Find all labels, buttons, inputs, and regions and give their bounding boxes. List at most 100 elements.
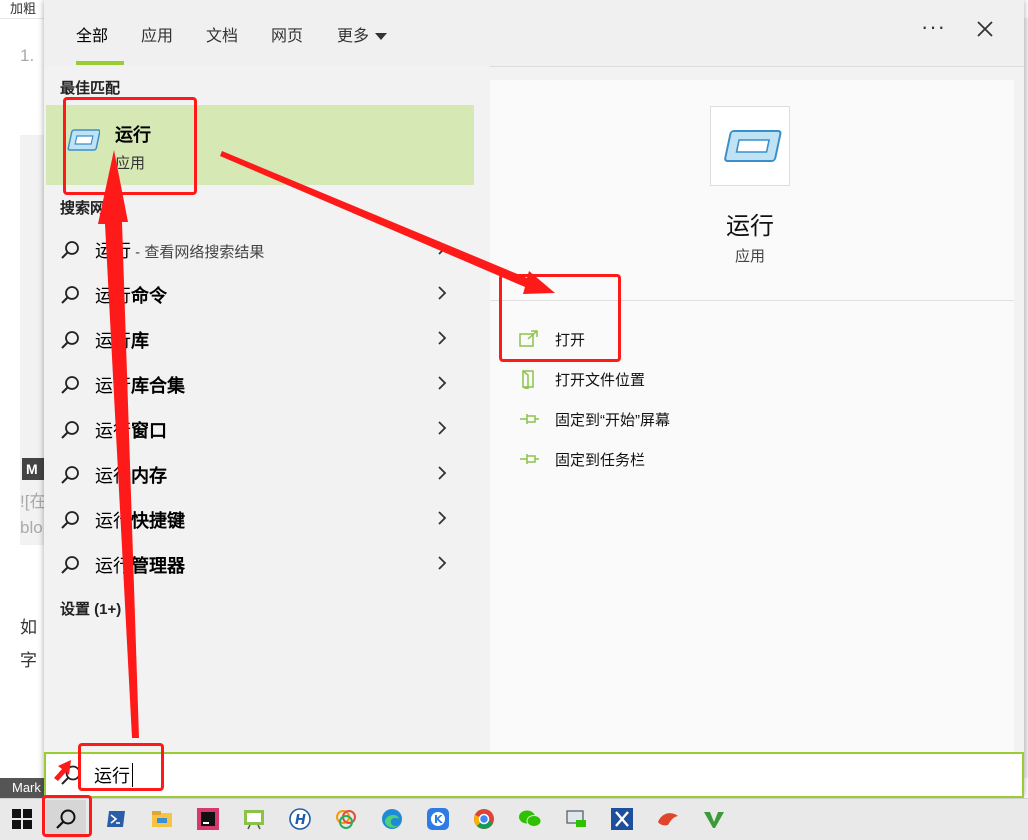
result-prefix: 运行 [95, 421, 131, 441]
search-icon [61, 376, 79, 394]
svg-text:H: H [295, 813, 306, 828]
taskbar-app[interactable]: H [280, 800, 320, 838]
statusbar-text: Mark [12, 780, 41, 795]
web-result-item[interactable]: 运行内存 [46, 452, 474, 496]
search-icon [61, 765, 81, 785]
chevron-right-icon [438, 421, 447, 435]
text-cursor [132, 763, 133, 787]
whiteboard-app-icon [244, 810, 264, 830]
image-alt-text-2: blo [20, 518, 43, 537]
bird-app-icon [658, 813, 678, 826]
tab-web[interactable]: 网页 [271, 22, 303, 46]
web-result-item[interactable]: 运行管理器 [46, 542, 474, 586]
colorful-app-icon [336, 810, 356, 829]
best-match-title: 运行 [115, 125, 151, 145]
x-app-icon [611, 808, 633, 830]
web-result-item[interactable]: 运行库合集 [46, 362, 474, 406]
taskbar-app[interactable] [142, 800, 182, 838]
taskbar-app[interactable] [464, 800, 504, 838]
result-prefix: 运行 [95, 331, 131, 351]
search-icon [56, 809, 76, 829]
tab-more[interactable]: 更多 [337, 22, 388, 46]
tab-documents[interactable]: 文档 [206, 22, 238, 46]
web-result-item[interactable]: 运行 - 查看网络搜索结果 [46, 227, 474, 271]
edge-icon [382, 809, 402, 829]
remote-desktop-icon [566, 810, 586, 827]
result-hint: - 查看网络搜索结果 [131, 244, 265, 261]
search-icon [61, 466, 79, 484]
tab-all[interactable]: 全部 [76, 22, 108, 46]
pin-to-start-label: 固定到“开始”屏幕 [555, 412, 670, 429]
result-bold: 窗口 [131, 421, 167, 441]
chevron-right-icon [438, 466, 447, 480]
image-tag: M [22, 458, 46, 480]
pin-icon [520, 414, 539, 424]
result-bold: 命令 [131, 286, 167, 306]
result-bold: 库 [131, 331, 149, 351]
taskbar-app[interactable] [372, 800, 412, 838]
close-icon[interactable] [974, 18, 996, 40]
best-match-subtitle: 应用 [115, 155, 146, 172]
search-icon [61, 556, 79, 574]
taskbar-app[interactable] [326, 800, 366, 838]
divider [490, 300, 1014, 301]
search-input[interactable] [94, 764, 694, 785]
taskbar-app[interactable] [234, 800, 274, 838]
search-icon [61, 241, 79, 259]
svg-text:K: K [434, 813, 443, 826]
more-options-button[interactable]: ··· [921, 14, 946, 40]
taskbar-app[interactable] [188, 800, 228, 838]
best-match-run-app[interactable] [46, 105, 474, 185]
editor-statusbar: Mark [0, 778, 46, 798]
result-prefix: 运行 [95, 376, 131, 396]
web-result-item[interactable]: 运行窗口 [46, 407, 474, 451]
settings-section-heading[interactable]: 设置 (1+) [60, 598, 121, 619]
v-app-icon [704, 812, 724, 828]
result-prefix: 运行 [95, 241, 131, 261]
tab-more-label: 更多 [337, 28, 370, 45]
bold-button[interactable]: 加粗 [10, 0, 36, 18]
folder-icon [522, 370, 534, 389]
h-app-icon: H [289, 808, 311, 830]
run-app-icon [67, 129, 100, 151]
web-result-item[interactable]: 运行命令 [46, 272, 474, 316]
taskbar-app[interactable] [648, 800, 688, 838]
taskbar-app[interactable] [510, 800, 550, 838]
pin-icon [520, 454, 539, 464]
windows-start-button[interactable] [2, 800, 42, 838]
paragraph-line-2: 字 [20, 651, 37, 670]
taskbar-search-button[interactable] [46, 800, 86, 838]
web-result-item[interactable]: 运行快捷键 [46, 497, 474, 541]
search-icon [61, 421, 79, 439]
open-action-label: 打开 [555, 332, 586, 349]
file-explorer-icon [152, 811, 172, 827]
image-alt-text: ![在 [20, 492, 47, 511]
result-prefix: 运行 [95, 286, 131, 306]
open-file-location-label: 打开文件位置 [555, 372, 646, 389]
chevron-down-icon [375, 33, 388, 41]
result-bold: 内存 [131, 466, 167, 486]
web-search-heading: 搜索网页 [60, 200, 121, 217]
taskbar-app[interactable] [694, 800, 734, 838]
taskbar-app[interactable] [556, 800, 596, 838]
search-icon [61, 331, 79, 349]
intellij-icon [197, 808, 219, 830]
active-tab-indicator [76, 61, 124, 65]
taskbar-app[interactable] [96, 800, 136, 838]
windows-start-icon [12, 809, 32, 829]
search-icon [61, 511, 79, 529]
taskbar-app[interactable]: K [418, 800, 458, 838]
list-number: 1. [20, 46, 35, 65]
wechat-icon [519, 810, 542, 827]
chevron-right-icon [438, 286, 447, 300]
chevron-right-icon [438, 376, 447, 390]
result-bold: 管理器 [131, 556, 185, 576]
powershell-icon [107, 811, 125, 827]
detail-subtitle: 应用 [734, 248, 765, 265]
chevron-right-icon [438, 556, 447, 570]
taskbar-app[interactable] [602, 800, 642, 838]
chevron-right-icon [438, 331, 447, 345]
web-result-item[interactable]: 运行库 [46, 317, 474, 361]
chrome-icon [474, 809, 494, 829]
tab-apps[interactable]: 应用 [141, 22, 173, 46]
